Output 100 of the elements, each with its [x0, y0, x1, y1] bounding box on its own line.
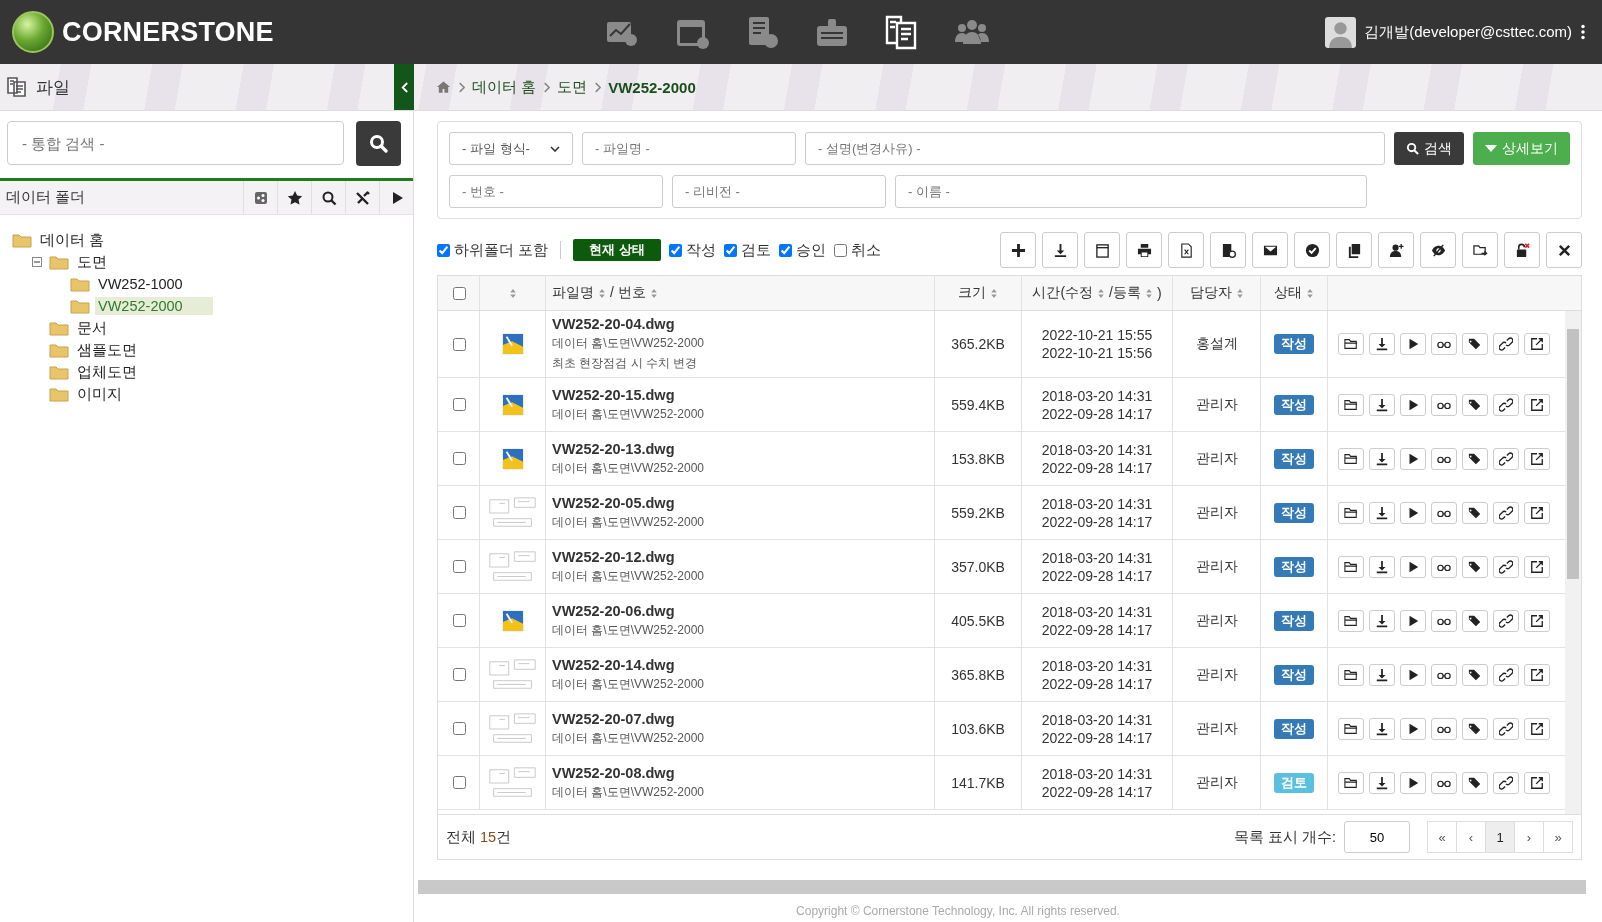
play-button[interactable] [1400, 717, 1426, 740]
folder-button[interactable] [1338, 717, 1364, 740]
link-button[interactable] [1493, 393, 1519, 416]
page-button[interactable]: › [1514, 821, 1544, 853]
file-name-link[interactable]: VW252-20-08.dwg [552, 764, 675, 781]
sort-icon[interactable] [598, 287, 606, 299]
glasses-button[interactable] [1431, 717, 1457, 740]
glasses-button[interactable] [1431, 333, 1457, 355]
lock-button[interactable] [1504, 232, 1540, 268]
tags-button[interactable] [1462, 501, 1488, 524]
more-menu-icon[interactable] [1580, 24, 1586, 40]
sort-icon[interactable] [1235, 287, 1244, 299]
sort-icon[interactable] [649, 287, 658, 299]
row-checkbox[interactable] [452, 560, 466, 573]
row-checkbox[interactable] [452, 614, 466, 627]
breadcrumb-link[interactable]: 데이터 홈 [472, 77, 537, 97]
close-button[interactable] [1546, 232, 1582, 268]
tree-item[interactable]: VW252-1000 [95, 275, 186, 293]
scrollbar[interactable] [418, 880, 1586, 894]
status-checkbox[interactable] [833, 243, 847, 257]
collapse-sidebar-button[interactable] [394, 64, 414, 110]
mail-button[interactable] [1252, 232, 1288, 268]
tags-button[interactable] [1462, 393, 1488, 416]
check-circle-button[interactable] [1294, 232, 1330, 268]
tree-item[interactable]: VW252-2000 [95, 297, 213, 315]
file-name-link[interactable]: VW252-20-04.dwg [552, 316, 675, 332]
add-button[interactable] [1000, 232, 1036, 268]
glasses-button[interactable] [1431, 771, 1457, 794]
row-checkbox[interactable] [452, 337, 466, 351]
checkbox-label[interactable]: 검토 [740, 240, 771, 260]
checkbox-label[interactable]: 작성 [685, 240, 716, 260]
search-button[interactable] [356, 121, 401, 166]
revision-field[interactable]: - 리비전 - [672, 175, 886, 208]
tags-button[interactable] [1462, 717, 1488, 740]
user-add-button[interactable] [1378, 232, 1414, 268]
glasses-button[interactable] [1431, 609, 1457, 632]
document-check-button[interactable] [1210, 232, 1246, 268]
download-button[interactable] [1369, 333, 1395, 355]
folder-move-button[interactable] [1462, 232, 1498, 268]
download-button[interactable] [1369, 393, 1395, 416]
sort-icon[interactable] [1306, 287, 1314, 299]
folder-button[interactable] [1338, 501, 1364, 524]
download-button[interactable] [1369, 663, 1395, 686]
status-checkbox[interactable] [723, 243, 737, 257]
glasses-button[interactable] [1431, 663, 1457, 686]
row-checkbox[interactable] [452, 506, 466, 519]
scrollbar[interactable] [1565, 311, 1581, 814]
play-button[interactable] [1400, 663, 1426, 686]
folder-button[interactable] [1338, 609, 1364, 632]
sort-icon[interactable] [1097, 287, 1106, 299]
home-icon[interactable] [436, 80, 451, 94]
link-button[interactable] [1493, 501, 1519, 524]
page-button[interactable]: 1 [1485, 821, 1515, 853]
breadcrumb-link[interactable]: VW252-2000 [608, 78, 696, 96]
row-checkbox[interactable] [452, 776, 466, 789]
search-button[interactable]: 검색 [1394, 132, 1464, 165]
column-header[interactable]: 시간(수정 [1032, 284, 1094, 302]
glasses-button[interactable] [1431, 393, 1457, 416]
breadcrumb-link[interactable]: 도면 [557, 77, 588, 97]
folder-button[interactable] [1338, 333, 1364, 355]
name-field[interactable]: - 이름 - [895, 175, 1367, 208]
collapse-toggle-icon[interactable] [32, 257, 42, 267]
status-checkbox[interactable] [778, 243, 792, 257]
link-button[interactable] [1493, 555, 1519, 578]
row-checkbox[interactable] [452, 668, 466, 681]
download-button[interactable] [1042, 232, 1078, 268]
download-button[interactable] [1369, 771, 1395, 794]
tags-button[interactable] [1462, 447, 1488, 470]
sort-icon[interactable] [1144, 287, 1153, 299]
checkbox-label[interactable]: 하위폴더 포함 [454, 240, 549, 260]
folder-button[interactable] [1338, 447, 1364, 470]
column-header[interactable]: 파일명 [552, 284, 594, 302]
copy-button[interactable] [1336, 232, 1372, 268]
link-button[interactable] [1493, 663, 1519, 686]
file-name-link[interactable]: VW252-20-15.dwg [552, 386, 675, 403]
glasses-button[interactable] [1431, 501, 1457, 524]
tree-item[interactable]: 업체도면 [74, 361, 140, 383]
checkbox-label[interactable]: 취소 [850, 240, 881, 260]
tree-item[interactable]: 이미지 [74, 383, 125, 405]
file-name-link[interactable]: VW252-20-14.dwg [552, 656, 675, 673]
link-button[interactable] [1493, 609, 1519, 632]
play-button[interactable] [1400, 501, 1426, 524]
checkbox-label[interactable]: 승인 [795, 240, 826, 260]
subfolder-checkbox[interactable] [437, 243, 450, 257]
eye-off-button[interactable] [1420, 232, 1456, 268]
glasses-button[interactable] [1431, 447, 1457, 470]
link-button[interactable] [1493, 333, 1519, 355]
glasses-button[interactable] [1431, 555, 1457, 578]
folder-button[interactable] [1338, 393, 1364, 416]
tags-button[interactable] [1462, 555, 1488, 578]
file-name-link[interactable]: VW252-20-12.dwg [552, 548, 675, 565]
play-button[interactable] [1400, 333, 1426, 355]
sort-icon[interactable] [990, 287, 998, 299]
tree-item[interactable]: 문서 [74, 317, 110, 339]
link-button[interactable] [1493, 771, 1519, 794]
download-button[interactable] [1369, 717, 1395, 740]
tree-item[interactable]: 데이터 홈 [37, 229, 108, 251]
tags-button[interactable] [1462, 771, 1488, 794]
download-button[interactable] [1369, 609, 1395, 632]
column-header[interactable]: 상태 [1274, 284, 1302, 302]
